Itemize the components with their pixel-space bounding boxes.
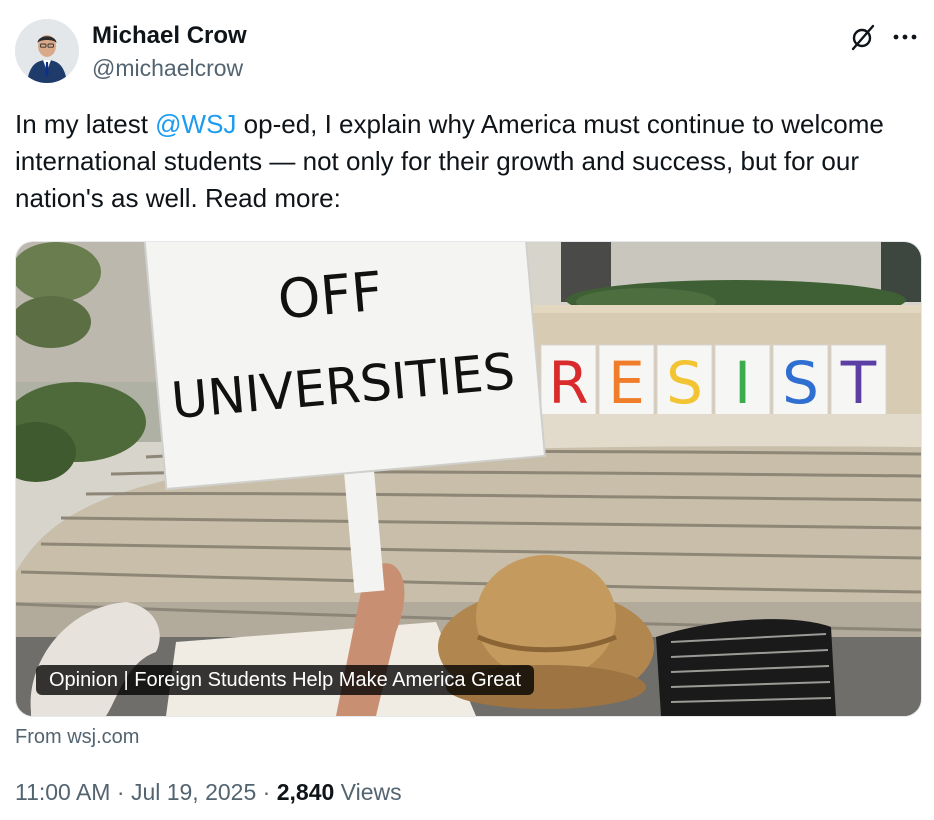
tweet-time[interactable]: 11:00 AM [15,779,110,805]
resist-letter: S [666,349,703,417]
tweet-text-start: In my latest [15,109,156,139]
sign-line-1: OFF [275,260,385,332]
tweet-date[interactable]: Jul 19, 2025 [131,779,256,805]
views-count[interactable]: 2,840 [277,779,335,805]
resist-letter: R [548,349,588,417]
views-label: Views [340,779,402,805]
grok-icon[interactable] [848,22,878,52]
card-image: RESIST OFF UNIVERSITIES [16,242,921,716]
resist-letter: I [734,349,751,417]
resist-letter: S [782,349,819,417]
mention-link-wsj[interactable]: @WSJ [155,109,236,139]
resist-letter: E [608,349,645,417]
tweet-meta: 11:00 AM · Jul 19, 2025 · 2,840 Views [15,776,402,808]
meta-separator: · [110,779,131,805]
more-horizontal-icon[interactable] [891,24,921,50]
author-name[interactable]: Michael Crow [92,21,247,51]
author-handle[interactable]: @michaelcrow [92,53,243,83]
resist-letter: T [840,349,877,417]
tweet-text: In my latest @WSJ op-ed, I explain why A… [15,106,925,217]
protest-sign: OFF UNIVERSITIES [143,242,546,491]
card-caption[interactable]: Opinion | Foreign Students Help Make Ame… [36,665,535,695]
card-source[interactable]: From wsj.com [15,723,139,751]
meta-separator: · [256,779,277,805]
link-card[interactable]: RESIST OFF UNIVERSITIES Opinion | Foreig… [15,241,922,717]
author-avatar[interactable] [15,19,79,83]
profile-photo [15,19,79,83]
